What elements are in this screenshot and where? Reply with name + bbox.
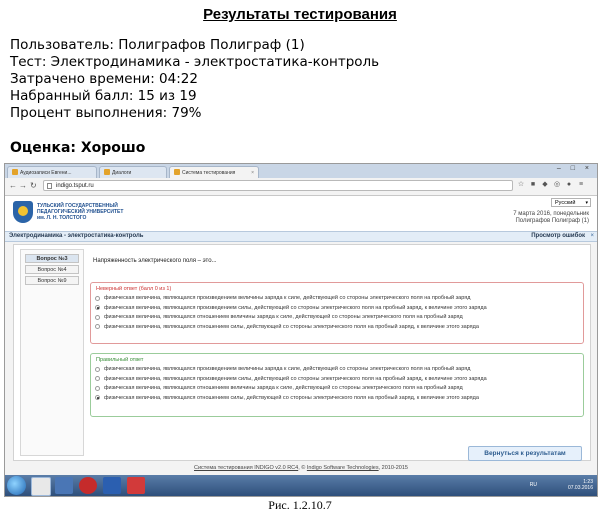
extension-icon-3[interactable]: ◎ (553, 181, 561, 189)
question-nav-item-9[interactable]: Вопрос №9 (25, 276, 79, 285)
browser-tab-audio[interactable]: Аудиозаписи Евгени... (7, 166, 97, 178)
address-toolbar: ← → ↻ indigo.tsput.ru ☆ ■ ◆ ◎ ● ≡ (5, 178, 597, 196)
question-area: Напряженность электрического поля – это.… (90, 249, 584, 454)
url-bar[interactable]: indigo.tsput.ru (43, 180, 513, 191)
radio-selected-icon (95, 305, 100, 310)
clock-date: 07.03.2016 (567, 485, 593, 491)
question-text: Напряженность электрического поля – это.… (93, 258, 217, 264)
result-score: Набранный балл: 15 из 19 (10, 88, 197, 104)
opera-taskbar-icon[interactable] (79, 477, 97, 494)
system-tray: RU 1:23 07.03.2016 (530, 477, 593, 494)
os-taskbar: RU 1:23 07.03.2016 (5, 475, 597, 496)
correct-answer-title: Правильный ответ (96, 357, 144, 363)
window-controls[interactable]: – □ × (557, 165, 593, 172)
radio-icon (95, 385, 100, 391)
correct-answer-box: Правильный ответ физическая величина, яв… (90, 353, 584, 417)
chrome-taskbar-icon[interactable] (31, 477, 51, 496)
radio-icon (95, 376, 100, 381)
result-time: Затрачено времени: 04:22 (10, 71, 198, 87)
test-title: Электродинамика - электростатика-контрол… (9, 233, 144, 239)
browser-tab-dialogs[interactable]: Диалоги (99, 166, 167, 178)
browser-screenshot: Аудиозаписи Евгени... Диалоги Система те… (4, 163, 598, 497)
back-to-results-button[interactable]: Вернуться к результатам (468, 446, 582, 461)
wrong-answer-box: Неверный ответ (балл 0 из 1) физическая … (90, 282, 584, 344)
result-grade: Оценка: Хорошо (10, 140, 146, 156)
answer-option: физическая величина, являющаяся произвед… (95, 376, 579, 383)
radio-icon (95, 366, 100, 372)
answer-option: физическая величина, являющаяся произвед… (95, 366, 579, 373)
extension-icon-2[interactable]: ◆ (541, 181, 549, 189)
testing-tab-icon (174, 169, 180, 175)
close-tab-icon[interactable]: × (251, 167, 254, 178)
url-text: indigo.tsput.ru (56, 183, 94, 189)
page-icon (47, 183, 52, 189)
language-select[interactable]: Русский (551, 198, 591, 208)
extension-icon[interactable]: ■ (529, 181, 537, 189)
audio-tab-icon (12, 169, 18, 175)
start-button-icon[interactable] (7, 476, 26, 495)
results-lines: Пользователь: Полиграфов Полиграф (1) Те… (10, 37, 379, 122)
results-summary: Результаты тестирования Пользователь: По… (0, 0, 600, 165)
browser-tab-testing-system[interactable]: Система тестирования × (169, 166, 259, 178)
radio-icon (95, 314, 100, 320)
result-user: Пользователь: Полиграфов Полиграф (1) (10, 37, 305, 53)
radio-icon (95, 295, 100, 301)
browser-tab-bar: Аудиозаписи Евгени... Диалоги Система те… (5, 164, 597, 178)
answer-option: физическая величина, являющаяся отношени… (95, 324, 579, 331)
answer-option: физическая величина, являющаяся произвед… (95, 295, 579, 302)
star-icon[interactable]: ☆ (517, 181, 525, 189)
extension-icon-4[interactable]: ● (565, 181, 573, 189)
word-taskbar-icon[interactable] (103, 477, 121, 494)
correct-answer-options: физическая величина, являющаяся произвед… (95, 366, 579, 404)
radio-selected-icon (95, 395, 100, 400)
answer-option: физическая величина, являющаяся отношени… (95, 314, 579, 321)
date-user-info: 7 марта 2016, понедельник Полиграфов Пол… (513, 211, 589, 224)
university-name: ТУЛЬСКИЙ ГОСУДАРСТВЕННЫЙ ПЕДАГОГИЧЕСКИЙ … (37, 203, 124, 221)
radio-icon (95, 324, 100, 329)
figure-caption: Рис. 1.2.10.7 (268, 498, 332, 512)
review-panel: Вопрос №3 Вопрос №4 Вопрос №9 Напряженно… (13, 244, 591, 461)
results-title: Результаты тестирования (203, 6, 397, 23)
university-logo-icon (13, 201, 33, 223)
pdf-taskbar-icon[interactable] (127, 477, 145, 494)
answer-option: физическая величина, являющаяся произвед… (95, 305, 579, 312)
explorer-taskbar-icon[interactable] (55, 477, 73, 494)
question-nav-item-3[interactable]: Вопрос №3 (25, 254, 79, 263)
menu-icon[interactable]: ≡ (577, 181, 585, 189)
test-title-bar: Электродинамика - электростатика-контрол… (5, 231, 597, 242)
site-footer: Система тестирования INDIGO v2.0 RC4, © … (194, 465, 408, 471)
forward-arrow-icon[interactable]: → (19, 181, 27, 190)
question-navigation: Вопрос №3 Вопрос №4 Вопрос №9 (20, 249, 84, 456)
review-errors-label: Просмотр ошибок (531, 233, 585, 239)
site-header: ТУЛЬСКИЙ ГОСУДАРСТВЕННЫЙ ПЕДАГОГИЧЕСКИЙ … (5, 196, 597, 231)
system-link[interactable]: Система тестирования INDIGO v2.0 RC4 (194, 465, 298, 471)
reload-icon[interactable]: ↻ (30, 181, 37, 190)
close-icon[interactable]: × (590, 232, 594, 241)
company-link[interactable]: Indigo Software Technologies (307, 465, 379, 471)
result-percent: Процент выполнения: 79% (10, 105, 202, 121)
question-nav-item-4[interactable]: Вопрос №4 (25, 265, 79, 274)
wrong-answer-options: физическая величина, являющаяся произвед… (95, 295, 579, 333)
back-arrow-icon[interactable]: ← (9, 181, 17, 190)
result-test: Тест: Электродинамика - электростатика-к… (10, 54, 380, 70)
answer-option: физическая величина, являющаяся отношени… (95, 395, 579, 402)
answer-option: физическая величина, являющаяся отношени… (95, 385, 579, 392)
keyboard-language[interactable]: RU (530, 482, 537, 488)
dialogs-tab-icon (104, 169, 110, 175)
wrong-answer-title: Неверный ответ (балл 0 из 1) (96, 286, 172, 292)
